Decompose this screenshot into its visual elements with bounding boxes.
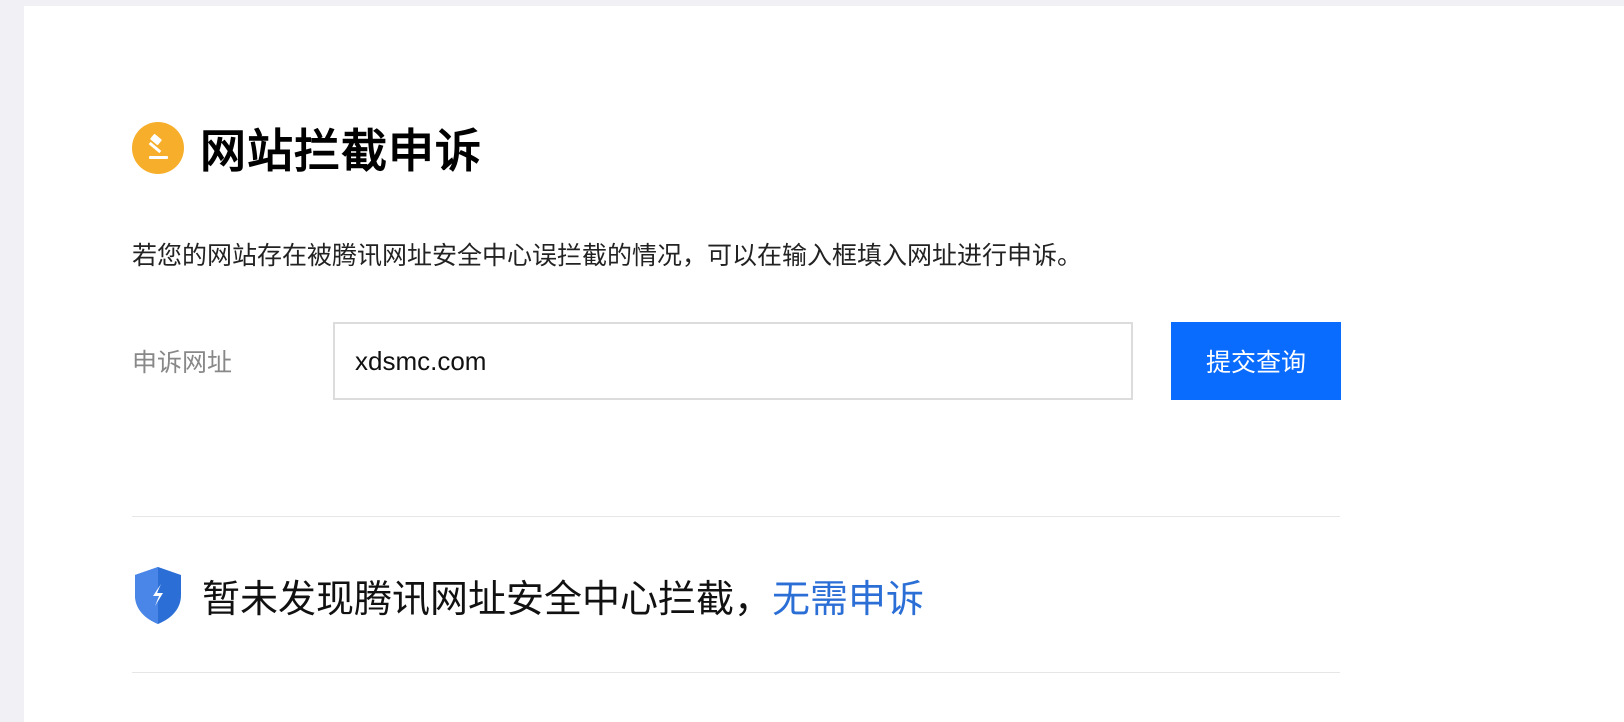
no-appeal-needed-link[interactable]: 无需申诉 [772, 568, 924, 623]
url-field-label: 申诉网址 [132, 348, 233, 377]
page-title: 网站拦截申诉 [200, 124, 482, 178]
divider [132, 516, 1340, 517]
url-input[interactable] [333, 322, 1133, 400]
result-message: 暂未发现腾讯网址安全中心拦截， [202, 576, 773, 621]
result-row: 暂未发现腾讯网址安全中心拦截， 无需申诉 [132, 564, 924, 626]
submit-query-button[interactable]: 提交查询 [1171, 322, 1341, 400]
appeal-form: 申诉网址 提交查询 [132, 322, 1341, 400]
title-row: 网站拦截申诉 [132, 118, 482, 178]
divider [132, 672, 1340, 673]
page-container: 网站拦截申诉 若您的网站存在被腾讯网址安全中心误拦截的情况，可以在输入框填入网址… [24, 6, 1624, 722]
gavel-icon [132, 122, 184, 174]
page-description: 若您的网站存在被腾讯网址安全中心误拦截的情况，可以在输入框填入网址进行申诉。 [132, 241, 1083, 270]
shield-icon [135, 567, 181, 624]
